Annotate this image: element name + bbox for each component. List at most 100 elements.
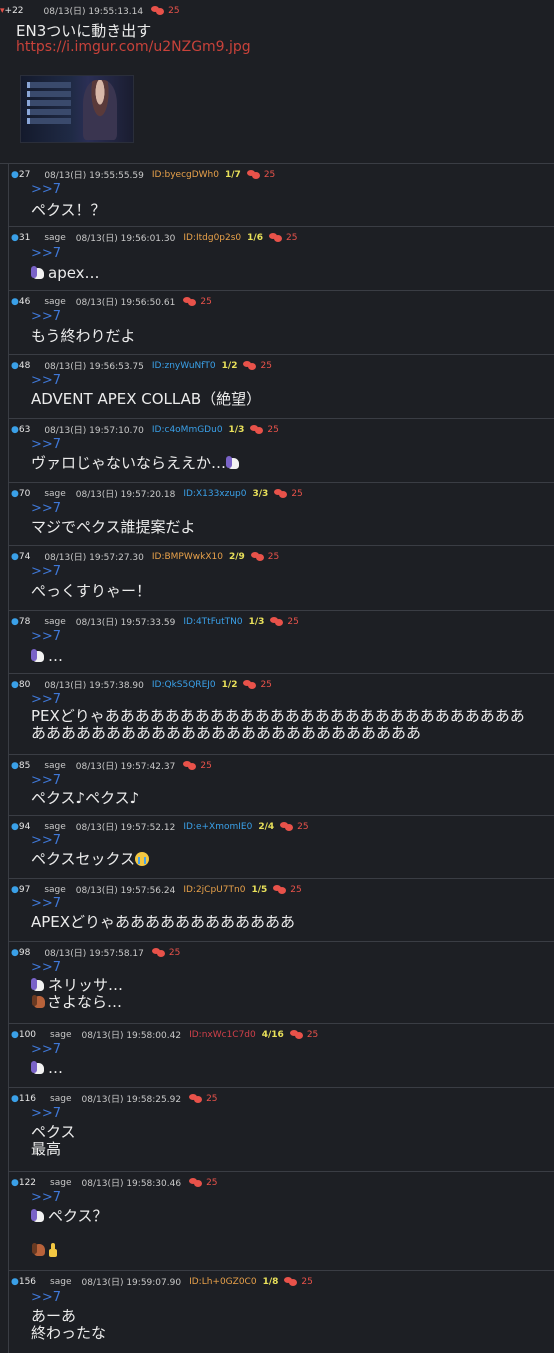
poster-id[interactable]: ID:znyWuNfT0 (152, 361, 216, 371)
post-number[interactable]: 70 (19, 489, 30, 499)
post-number[interactable]: 63 (19, 425, 30, 435)
post-date: 08/13(日) 19:57:10.70 (44, 426, 144, 436)
post-number[interactable]: 100 (19, 1030, 36, 1040)
reply-anchor[interactable]: >>7 (31, 692, 61, 707)
reply-anchor[interactable]: >>7 (31, 564, 61, 579)
post-number[interactable]: 74 (19, 552, 30, 562)
reply-anchor[interactable]: >>7 (31, 833, 61, 848)
post-number[interactable]: 46 (19, 297, 30, 307)
post-number[interactable]: 27 (19, 170, 30, 180)
reply-count[interactable]: 25 (183, 761, 212, 771)
post-number[interactable]: 122 (19, 1178, 36, 1188)
bullet-icon: ● (11, 296, 19, 307)
post-count: 1/3 (248, 616, 265, 627)
bullet-icon: ● (11, 947, 19, 958)
post-number[interactable]: 48 (19, 361, 30, 371)
poster-id[interactable]: ID:2jCpU7Tn0 (183, 885, 245, 895)
reply-anchor[interactable]: >>7 (31, 773, 61, 788)
thumbnail-image[interactable] (20, 75, 134, 143)
poster-id[interactable]: ID:Itdg0p2s0 (183, 233, 241, 243)
reply-count[interactable]: 25 (189, 1178, 218, 1188)
speech-bubbles-icon (250, 552, 265, 561)
image-link[interactable]: https://i.imgur.com/u2NZGm9.jpg (16, 39, 251, 55)
reply-anchor[interactable]: >>7 (31, 246, 61, 261)
reply-anchor[interactable]: >>7 (31, 629, 61, 644)
reply-anchor[interactable]: >>7 (31, 1190, 61, 1205)
speech-bubbles-icon (273, 885, 287, 894)
reply-post: ● 78 sage 08/13(日) 19:57:33.59 ID:4TtFut… (8, 611, 554, 674)
reply-count[interactable]: 25 (250, 425, 279, 435)
reply-post: ● 70 sage 08/13(日) 19:57:20.18 ID:X133xz… (8, 483, 554, 546)
poster-id[interactable]: ID:X133xzup0 (183, 489, 246, 499)
reply-count[interactable]: 25 (274, 488, 303, 499)
horse-icon (31, 994, 47, 1009)
post-date: 08/13(日) 19:59:07.90 (81, 1278, 182, 1288)
reply-count[interactable]: 25 (151, 947, 181, 958)
reply-count[interactable]: 25 (243, 680, 272, 690)
reply-count[interactable]: 25 (270, 617, 299, 627)
post-body: apex… (31, 265, 100, 282)
bullet-icon: ● (11, 760, 19, 771)
post-body: ペクスセックス (31, 851, 150, 868)
poster-id[interactable]: ID:c4oMmGDu0 (152, 425, 223, 435)
reply-count[interactable]: 25 (250, 552, 279, 562)
post-number[interactable]: 31 (19, 233, 30, 243)
poster-id[interactable]: ID:Lh+0GZ0C0 (189, 1277, 256, 1287)
post-number[interactable]: 94 (19, 822, 30, 832)
post-number[interactable]: 85 (19, 761, 30, 771)
bullet-icon: ● (11, 1276, 19, 1287)
reply-count[interactable]: 25 (273, 885, 302, 895)
reply-anchor[interactable]: >>7 (31, 960, 61, 975)
reply-anchor[interactable]: >>7 (31, 501, 61, 516)
reply-anchor[interactable]: >>7 (31, 437, 61, 452)
poster-id[interactable]: ID:byecgDWh0 (152, 170, 219, 180)
poster-id[interactable]: ID:BMPWwkX10 (152, 552, 223, 562)
post-header: ● 85 sage 08/13(日) 19:57:42.37 25 (11, 759, 212, 773)
post-body: ペクス？ (31, 1208, 108, 1259)
bullet-icon: ● (11, 821, 19, 832)
post-number[interactable]: 78 (19, 617, 30, 627)
reply-post: ● 100 sage 08/13(日) 19:58:00.42 ID:nxWc1… (8, 1024, 554, 1088)
reply-post: ● 63 08/13(日) 19:57:10.70 ID:c4oMmGDu0 1… (8, 419, 554, 483)
sage-label: sage (44, 488, 66, 499)
post-number[interactable]: 156 (19, 1277, 36, 1287)
post-body: ぺっくすりゃー！ (31, 582, 152, 600)
post-header: ● 116 sage 08/13(日) 19:58:25.92 25 (11, 1092, 218, 1106)
reply-count[interactable]: 25 (243, 361, 272, 371)
post-number[interactable]: 80 (19, 680, 30, 690)
post-number[interactable]: +22 (5, 6, 24, 16)
post-date: 08/13(日) 19:56:50.61 (75, 298, 176, 308)
reply-anchor[interactable]: >>7 (31, 373, 61, 388)
post-header: ● 80 08/13(日) 19:57:38.90 ID:QkS5QREJ0 1… (11, 678, 272, 692)
post-number[interactable]: 97 (19, 885, 30, 895)
post-number[interactable]: 98 (19, 948, 30, 958)
post-body: PEXどりゃああああああああああああああああああああああああああああ あああああ… (31, 708, 525, 742)
reply-count-value: 25 (291, 488, 303, 499)
reply-anchor[interactable]: >>7 (31, 896, 61, 911)
sage-label: sage (44, 232, 66, 243)
speech-bubbles-icon (270, 617, 284, 626)
reply-anchor[interactable]: >>7 (31, 1290, 61, 1305)
reply-count-value: 25 (168, 947, 181, 958)
post-number[interactable]: 116 (19, 1094, 36, 1104)
poster-id[interactable]: ID:nxWc1C7d0 (189, 1030, 256, 1040)
post-body: APEXどりゃああああああああああああ (31, 913, 296, 931)
poster-id[interactable]: ID:4TtFutTN0 (183, 617, 242, 627)
reply-count[interactable]: 25 (246, 170, 275, 180)
reply-count[interactable]: 25 (284, 1277, 313, 1287)
post-count: 1/8 (262, 1276, 279, 1287)
reply-count[interactable]: 25 (289, 1030, 318, 1040)
unicorn-icon (31, 977, 47, 992)
reply-count[interactable]: 25 (280, 822, 309, 832)
reply-anchor[interactable]: >>7 (31, 1042, 61, 1057)
reply-anchor[interactable]: >>7 (31, 309, 61, 324)
reply-count[interactable]: 25 (268, 233, 297, 243)
reply-anchor[interactable]: >>7 (31, 1106, 61, 1121)
reply-anchor[interactable]: >>7 (31, 182, 61, 197)
reply-count[interactable]: 25 (189, 1094, 218, 1104)
reply-count[interactable]: 25 (183, 297, 212, 307)
poster-id[interactable]: ID:e+XmomIE0 (183, 822, 252, 832)
bullet-icon: ● (11, 169, 19, 180)
poster-id[interactable]: ID:QkS5QREJ0 (152, 680, 216, 690)
reply-count[interactable]: 25 (151, 6, 180, 16)
